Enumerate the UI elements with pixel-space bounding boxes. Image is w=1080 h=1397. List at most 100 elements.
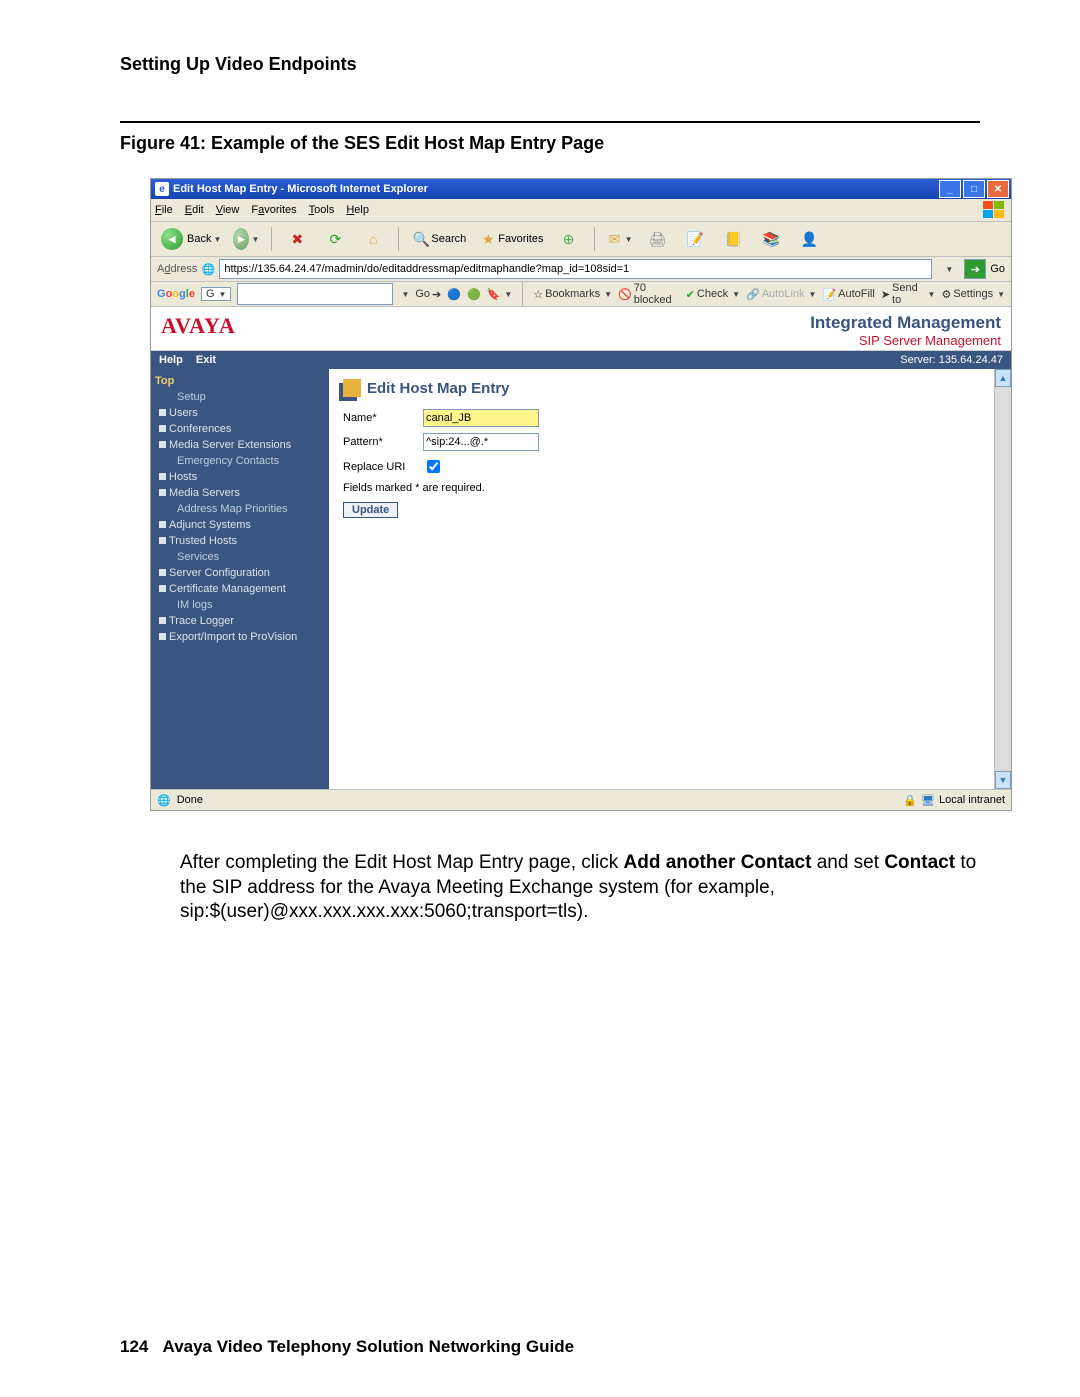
back-button[interactable]: ◄ Back ▼	[157, 226, 225, 252]
page-content: AVAYA Integrated Management SIP Server M…	[151, 307, 1011, 789]
favorites-button[interactable]: ★Favorites	[474, 226, 547, 252]
google-go[interactable]: Go ➔	[415, 288, 441, 301]
research-button[interactable]: 📚	[755, 226, 789, 252]
search-button[interactable]: 🔍Search	[407, 226, 470, 252]
brand-line1: Integrated Management	[810, 313, 1001, 333]
google-search-input[interactable]	[237, 283, 393, 305]
name-label: Name*	[343, 412, 423, 424]
google-bookmarks[interactable]: ☆ Bookmarks▼	[533, 288, 612, 301]
nav-hosts[interactable]: Hosts	[155, 469, 325, 485]
page-title: Edit Host Map Entry	[367, 380, 510, 397]
menu-help[interactable]: Help	[346, 204, 369, 216]
edit-button[interactable]: 📝	[679, 226, 713, 252]
status-bar: 🌐 Done 🔒 🖥 Local intranet	[151, 789, 1011, 810]
pattern-input[interactable]	[423, 433, 539, 451]
google-sendto[interactable]: ➤ Send to▼	[881, 282, 936, 306]
horizontal-rule	[120, 121, 980, 123]
menu-view[interactable]: View	[216, 204, 240, 216]
update-button[interactable]: Update	[343, 502, 398, 518]
body-paragraph: After completing the Edit Host Map Entry…	[180, 851, 980, 925]
address-input[interactable]	[219, 259, 932, 279]
nav-mse[interactable]: Media Server Extensions	[155, 437, 325, 453]
nav-amp[interactable]: Address Map Priorities	[155, 501, 325, 517]
windows-logo-icon	[983, 201, 1007, 219]
ie-icon: e	[155, 182, 169, 196]
main-area: Edit Host Map Entry Name* Pattern* Repla…	[329, 369, 994, 789]
ie-toolbar: ◄ Back ▼ ►▼ ✖ ⟳ ⌂ 🔍Search ★Favorites ⊕ ✉…	[151, 222, 1011, 257]
google-toolbar: Google G▼ ▼ Go ➔ 🔵 🟢 🔖▼ ☆ Bookmarks▼ 🚫 7…	[151, 282, 1011, 307]
section-header: Setting Up Video Endpoints	[120, 54, 980, 75]
maximize-button[interactable]: □	[963, 180, 985, 198]
scrollbar[interactable]: ▲ ▼	[994, 369, 1011, 789]
replace-label: Replace URI	[343, 461, 423, 473]
print-button[interactable]: 🖨	[641, 226, 675, 252]
messenger-button[interactable]: 👤	[793, 226, 827, 252]
nav-services[interactable]: Services	[155, 549, 325, 565]
figure-caption: Figure 41: Example of the SES Edit Host …	[120, 133, 980, 154]
replace-checkbox[interactable]	[427, 460, 440, 473]
nav-mediaservers[interactable]: Media Servers	[155, 485, 325, 501]
address-dropdown[interactable]: ▼	[936, 256, 960, 282]
google-btn2[interactable]: 🟢	[467, 288, 481, 301]
menu-edit[interactable]: Edit	[185, 204, 204, 216]
nav-users[interactable]: Users	[155, 405, 325, 421]
lock-icon: 🔒	[903, 794, 917, 807]
brand-line2: SIP Server Management	[810, 333, 1001, 348]
scroll-up-button[interactable]: ▲	[995, 369, 1011, 387]
nav-export[interactable]: Export/Import to ProVision	[155, 629, 325, 645]
nav-trace[interactable]: Trace Logger	[155, 613, 325, 629]
nav-setup[interactable]: Setup	[155, 389, 325, 405]
nav-top[interactable]: Top	[155, 375, 325, 387]
page-number: 124	[120, 1337, 148, 1356]
menu-tools[interactable]: Tools	[309, 204, 335, 216]
history-button[interactable]: ⊕	[552, 226, 586, 252]
google-settings[interactable]: ⚙ Settings▼	[941, 288, 1005, 301]
nav-emergency[interactable]: Emergency Contacts	[155, 453, 325, 469]
stop-button[interactable]: ✖	[280, 226, 314, 252]
google-autofill[interactable]: 📝 AutoFill	[822, 288, 874, 301]
go-button[interactable]: ➔	[964, 259, 986, 279]
window-titlebar: e Edit Host Map Entry - Microsoft Intern…	[151, 179, 1011, 199]
mail-button[interactable]: ✉▼	[603, 226, 637, 252]
google-check[interactable]: ✔ Check ▼	[686, 288, 740, 301]
forward-button[interactable]: ►▼	[229, 226, 263, 252]
page-footer: 124 Avaya Video Telephony Solution Netwo…	[120, 1337, 574, 1357]
pattern-label: Pattern*	[343, 436, 423, 448]
google-brand: Google	[157, 288, 195, 300]
close-button[interactable]: ✕	[987, 180, 1009, 198]
nav-certmgmt[interactable]: Certificate Management	[155, 581, 325, 597]
menu-file[interactable]: File	[155, 204, 173, 216]
app-banner: AVAYA Integrated Management SIP Server M…	[151, 307, 1011, 351]
status-zone: Local intranet	[939, 794, 1005, 806]
scroll-down-button[interactable]: ▼	[995, 771, 1011, 789]
nav-imlogs[interactable]: IM logs	[155, 597, 325, 613]
sidebar: Top Setup Users Conferences Media Server…	[151, 369, 329, 789]
home-button[interactable]: ⌂	[356, 226, 390, 252]
address-label: Address	[157, 263, 197, 275]
exit-link[interactable]: Exit	[196, 354, 216, 366]
menu-bar: File Edit View Favorites Tools Help	[151, 199, 1011, 222]
status-done: Done	[177, 794, 203, 806]
google-menu[interactable]: G▼	[201, 287, 231, 301]
google-search-dropdown[interactable]: ▼	[401, 290, 409, 299]
nav-trusted[interactable]: Trusted Hosts	[155, 533, 325, 549]
zone-icon: 🖥	[921, 794, 935, 807]
google-blocked[interactable]: 🚫 70 blocked	[618, 282, 680, 306]
go-label: Go	[990, 263, 1005, 275]
required-note: Fields marked * are required.	[343, 482, 980, 494]
discuss-button[interactable]: 📒	[717, 226, 751, 252]
google-btn1[interactable]: 🔵	[447, 288, 461, 301]
nav-adjunct[interactable]: Adjunct Systems	[155, 517, 325, 533]
google-autolink[interactable]: 🔗 AutoLink ▼	[746, 288, 816, 301]
nav-serverconf[interactable]: Server Configuration	[155, 565, 325, 581]
help-link[interactable]: Help	[159, 354, 183, 366]
google-btn3[interactable]: 🔖▼	[487, 288, 513, 301]
nav-conferences[interactable]: Conferences	[155, 421, 325, 437]
app-topbar: Help Exit Server: 135.64.24.47	[151, 351, 1011, 369]
footer-title: Avaya Video Telephony Solution Networkin…	[163, 1337, 575, 1356]
minimize-button[interactable]: _	[939, 180, 961, 198]
menu-favorites[interactable]: Favorites	[251, 204, 296, 216]
name-input[interactable]	[423, 409, 539, 427]
avaya-logo: AVAYA	[161, 313, 236, 339]
refresh-button[interactable]: ⟳	[318, 226, 352, 252]
